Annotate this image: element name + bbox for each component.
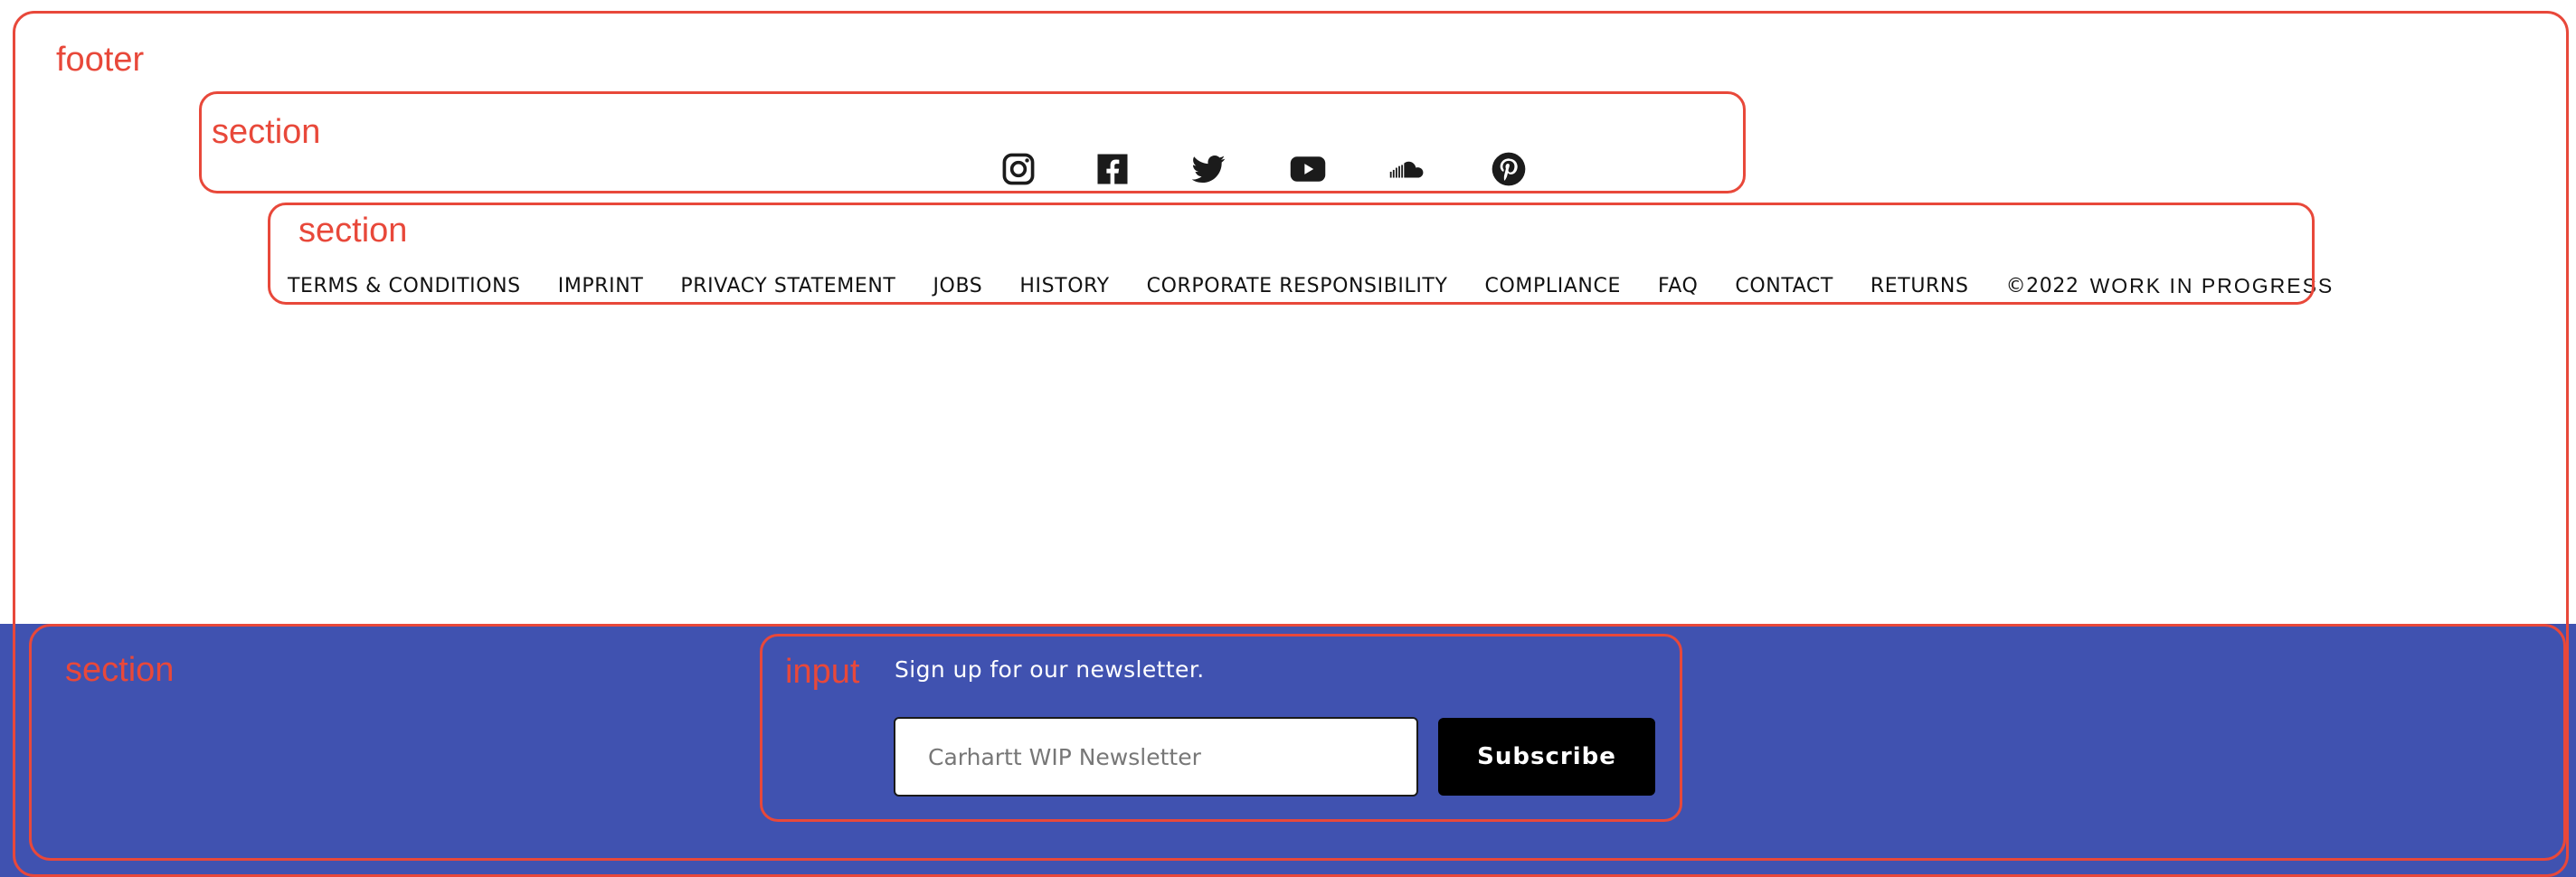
newsletter-section-annotation-label: section: [65, 651, 175, 689]
input-annotation-box: [760, 634, 1682, 822]
social-section-annotation-label: section: [212, 113, 321, 151]
social-section-annotation-box: [199, 91, 1746, 193]
input-annotation-label: input: [785, 653, 860, 691]
links-section-annotation-label: section: [298, 212, 408, 250]
footer-annotation-label: footer: [56, 41, 145, 79]
links-section-annotation-box: [268, 203, 2315, 305]
